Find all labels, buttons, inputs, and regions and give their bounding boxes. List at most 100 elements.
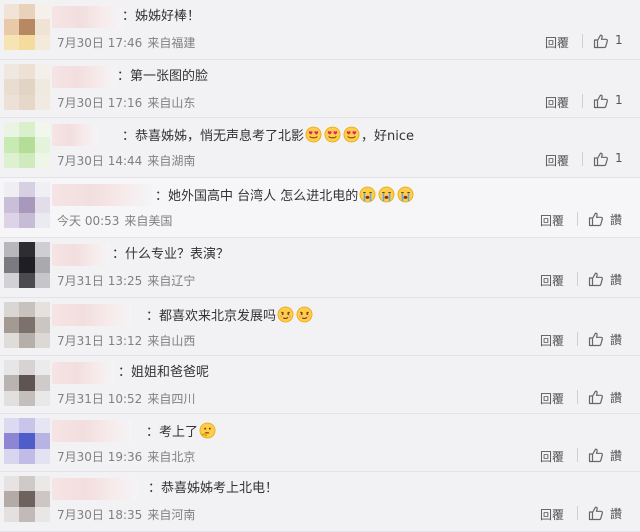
heart-eyes-emoji	[304, 126, 323, 144]
username-redacted[interactable]	[52, 362, 114, 384]
action-divider	[582, 34, 583, 48]
comment-text: ：姊姊好棒！	[122, 8, 200, 26]
like-button[interactable]: 1	[593, 31, 635, 51]
avatar[interactable]	[4, 122, 50, 168]
avatar[interactable]	[4, 4, 50, 50]
comment-meta: 7月30日 17:46 来自福建	[57, 34, 195, 51]
reply-button[interactable]: 回覆	[545, 152, 569, 169]
smirk-emoji	[295, 306, 314, 324]
like-count: 1	[615, 151, 623, 165]
like-button[interactable]: 讚	[588, 269, 630, 289]
avatar[interactable]	[4, 242, 50, 288]
comment-date: 7月31日 10:52	[57, 392, 143, 406]
thumbs-up-icon	[588, 389, 604, 405]
comment-location: 来自河南	[147, 508, 196, 522]
comment-item: ：都喜欢来北京发展吗 7月31日 13:12 来自山西 回覆 讚	[0, 298, 640, 356]
like-button[interactable]: 讚	[588, 209, 630, 229]
thumbs-up-icon	[588, 211, 604, 227]
thumbs-up-icon	[588, 505, 604, 521]
comment-date: 今天 00:53	[57, 214, 120, 228]
comment-meta: 7月31日 10:52 来自四川	[57, 390, 195, 407]
crying-emoji	[358, 186, 377, 204]
thumbs-up-icon	[588, 447, 604, 463]
avatar[interactable]	[4, 418, 50, 464]
comment-date: 7月30日 18:35	[57, 508, 143, 522]
comment-item: ：什么专业？表演？ 7月31日 13:25 来自辽宁 回覆 讚	[0, 238, 640, 298]
avatar[interactable]	[4, 302, 50, 348]
comment-text-body: ：恭喜姊姊考上北电！	[148, 481, 279, 496]
comment-text-body: ：姊姊好棒！	[122, 9, 201, 24]
like-label: 讚	[610, 449, 623, 463]
avatar[interactable]	[4, 182, 50, 228]
comment-meta: 7月30日 14:44 来自湖南	[57, 152, 195, 169]
like-button[interactable]: 1	[593, 149, 635, 169]
username-redacted[interactable]	[52, 6, 122, 28]
username-redacted[interactable]	[52, 478, 137, 500]
username-redacted[interactable]	[52, 124, 97, 146]
comment-meta: 7月30日 18:35 来自河南	[57, 506, 195, 523]
comment-meta: 今天 00:53 来自美国	[57, 212, 172, 229]
comment-text-tail: ，好nice	[361, 129, 415, 144]
reply-button[interactable]: 回覆	[545, 94, 569, 111]
like-label: 讚	[610, 391, 623, 405]
like-count: 1	[615, 93, 623, 107]
reply-button[interactable]: 回覆	[540, 448, 564, 465]
reply-button[interactable]: 回覆	[540, 272, 564, 289]
comment-date: 7月31日 13:12	[57, 334, 143, 348]
reply-button[interactable]: 回覆	[545, 34, 569, 51]
avatar[interactable]	[4, 64, 50, 110]
comment-item: ：她外国高中 台湾人 怎么进北电的 今天 00:53 来自美国 回覆 讚	[0, 178, 640, 238]
thinking-emoji	[198, 422, 217, 440]
comment-text: ：恭喜姊姊，悄无声息考了北影 ，好nice	[122, 126, 414, 146]
reply-button[interactable]: 回覆	[540, 390, 564, 407]
reply-button[interactable]: 回覆	[540, 506, 564, 523]
thumbs-up-icon	[593, 151, 609, 167]
comment-text: ：第一张图的脸	[117, 68, 208, 86]
comment-item: ：姐姐和爸爸呢 7月31日 10:52 来自四川 回覆 讚	[0, 356, 640, 414]
username-redacted[interactable]	[52, 244, 110, 266]
action-divider	[577, 272, 578, 286]
comment-location: 来自福建	[147, 36, 196, 50]
username-redacted[interactable]	[52, 66, 117, 88]
like-button[interactable]: 讚	[588, 387, 630, 407]
like-button[interactable]: 讚	[588, 329, 630, 349]
comment-text: ：姐姐和爸爸呢	[118, 364, 209, 382]
username-redacted[interactable]	[52, 420, 132, 442]
comment-date: 7月30日 19:36	[57, 450, 143, 464]
action-divider	[577, 390, 578, 404]
reply-button[interactable]: 回覆	[540, 212, 564, 229]
thumbs-up-icon	[593, 93, 609, 109]
comment-item: ：恭喜姊姊，悄无声息考了北影 ，好nice 7月30日 14:44 来自湖南 回覆 1	[0, 118, 640, 178]
action-divider	[577, 506, 578, 520]
smirk-emoji	[276, 306, 295, 324]
action-divider	[577, 332, 578, 346]
comment-meta: 7月31日 13:12 来自山西	[57, 332, 195, 349]
comment-text: ：考上了	[146, 422, 217, 442]
comment-text: ：什么专业？表演？	[112, 246, 229, 264]
heart-eyes-emoji	[342, 126, 361, 144]
comment-location: 来自美国	[124, 214, 173, 228]
comment-text-body: ：都喜欢来北京发展吗	[146, 309, 277, 324]
comment-location: 来自四川	[147, 392, 196, 406]
action-divider	[577, 212, 578, 226]
comment-location: 来自北京	[147, 450, 196, 464]
username-redacted[interactable]	[52, 304, 132, 326]
action-divider	[582, 152, 583, 166]
like-button[interactable]: 1	[593, 91, 635, 111]
avatar[interactable]	[4, 476, 50, 522]
comment-date: 7月30日 17:16	[57, 96, 143, 110]
like-count: 1	[615, 33, 623, 47]
comment-meta: 7月30日 17:16 来自山东	[57, 94, 195, 111]
username-redacted[interactable]	[52, 184, 152, 206]
thumbs-up-icon	[588, 271, 604, 287]
like-button[interactable]: 讚	[588, 503, 630, 523]
comment-list: ：姊姊好棒！ 7月30日 17:46 来自福建 回覆 1 ：第一张图的脸 7月30日 17:…	[0, 0, 640, 532]
reply-button[interactable]: 回覆	[540, 332, 564, 349]
comment-text-body: ：恭喜姊姊，悄无声息考了北影	[122, 129, 305, 144]
avatar[interactable]	[4, 360, 50, 406]
comment-item: ：第一张图的脸 7月30日 17:16 来自山东 回覆 1	[0, 60, 640, 118]
thumbs-up-icon	[588, 331, 604, 347]
like-label: 讚	[610, 273, 623, 287]
like-button[interactable]: 讚	[588, 445, 630, 465]
thumbs-up-icon	[593, 33, 609, 49]
